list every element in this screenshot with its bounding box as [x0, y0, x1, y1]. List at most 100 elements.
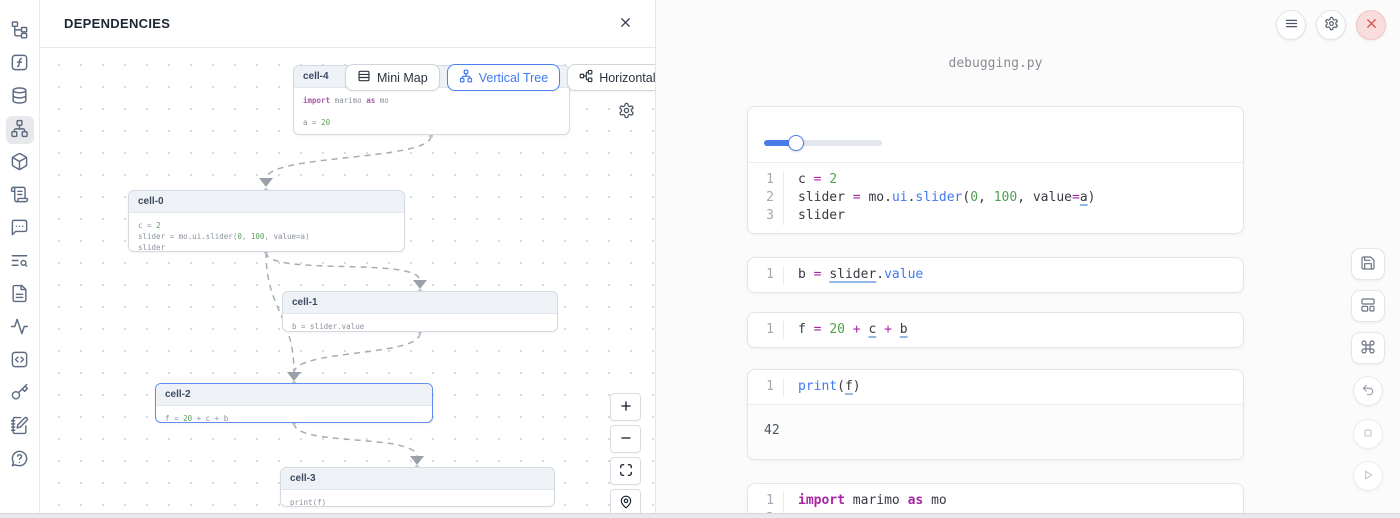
- panel-close-button[interactable]: [613, 12, 637, 36]
- dependencies-panel: DEPENDENCIES Mini Map Vertical Tree Horizo…: [40, 0, 655, 518]
- code-token: 0: [970, 190, 978, 205]
- view-toggle-vertical-tree[interactable]: Vertical Tree: [447, 64, 560, 91]
- code-token: a: [1080, 190, 1088, 205]
- code-token: 20: [829, 322, 845, 337]
- save-button[interactable]: [1351, 248, 1385, 280]
- code-line: slider = mo.ui.slider(0, 100, value=a): [798, 189, 1095, 207]
- code-token: marimo: [845, 493, 908, 508]
- settings-icon: [1324, 16, 1339, 34]
- notebook-cell-print-cell[interactable]: 1print(f) 42: [747, 369, 1244, 460]
- zoom-in-button[interactable]: [610, 393, 641, 421]
- line-number-gutter: 1: [748, 378, 784, 396]
- node-code: f = 20 + c + b: [156, 406, 432, 423]
- sidebar-item-text-search[interactable]: [6, 248, 34, 276]
- sidebar-item-notebook-pen[interactable]: [6, 413, 34, 441]
- notebook-menu-button[interactable]: [1276, 10, 1306, 40]
- sidebar-item-chat[interactable]: [6, 215, 34, 243]
- code-token: =: [806, 172, 829, 187]
- graph-node-cell-2[interactable]: cell-2f = 20 + c + b: [155, 383, 433, 423]
- code-token: f: [845, 379, 853, 394]
- sidebar-item-database[interactable]: [6, 83, 34, 111]
- code-token: b: [900, 322, 908, 337]
- close-icon: [1364, 16, 1379, 34]
- code-token: .: [884, 190, 892, 205]
- close-icon: [618, 15, 633, 33]
- dependency-graph-canvas[interactable]: Mini Map Vertical Tree Horizontal Tree cel…: [40, 48, 655, 518]
- node-title: cell-2: [156, 384, 432, 406]
- undo-button[interactable]: [1353, 376, 1383, 406]
- shutdown-button[interactable]: [1356, 10, 1386, 40]
- code-editor[interactable]: 1print(f): [748, 370, 1243, 404]
- line-number: 2: [748, 189, 774, 207]
- chat-icon: [10, 218, 29, 240]
- code-token: ): [853, 379, 861, 394]
- keyboard-shortcuts-button[interactable]: [1351, 332, 1385, 364]
- sidebar-item-function-square[interactable]: [6, 50, 34, 78]
- node-title: cell-1: [283, 292, 557, 314]
- view-toggle-mini-map[interactable]: Mini Map: [345, 64, 440, 91]
- minus-icon: [619, 431, 633, 448]
- edge-arrowhead: [287, 372, 301, 381]
- code-token: import: [798, 493, 845, 508]
- line-number-gutter: 1: [748, 266, 784, 284]
- panel-title: DEPENDENCIES: [64, 16, 170, 31]
- dependencies-panel-header: DEPENDENCIES: [40, 0, 655, 48]
- code-token: =: [845, 190, 868, 205]
- sidebar-item-package[interactable]: [6, 149, 34, 177]
- activity-icon: [10, 317, 29, 339]
- notebook-settings-button[interactable]: [1316, 10, 1346, 40]
- output-text: 42: [764, 423, 780, 438]
- notebook-pen-icon: [10, 416, 29, 438]
- slider-widget[interactable]: [764, 135, 898, 151]
- sidebar-item-file-tree[interactable]: [6, 17, 34, 45]
- notebook-cell-b-cell[interactable]: 1 b = slider.value: [747, 257, 1244, 293]
- code-token: c =: [138, 221, 156, 230]
- run-cells-button[interactable]: [1353, 461, 1383, 491]
- code-token: 100: [251, 232, 265, 241]
- bottom-edge-strip: [0, 513, 1400, 518]
- line-number: 1: [748, 171, 774, 189]
- sidebar-item-code-square[interactable]: [6, 347, 34, 375]
- code-token: slider: [915, 190, 962, 205]
- code-editor[interactable]: 1 b = slider.value: [748, 258, 1243, 292]
- slider-thumb[interactable]: [788, 135, 804, 151]
- code-token: mo: [868, 190, 884, 205]
- zoom-out-button[interactable]: [610, 425, 641, 453]
- sidebar-item-dependency-graph[interactable]: [6, 116, 34, 144]
- code-token: =: [1072, 190, 1080, 205]
- key-icon: [10, 383, 29, 405]
- graph-settings-button[interactable]: [617, 102, 635, 120]
- code-token: slider: [138, 243, 165, 252]
- sidebar-item-help-circle[interactable]: [6, 446, 34, 474]
- line-number: 1: [748, 378, 774, 396]
- layout-toggle-button[interactable]: [1351, 290, 1385, 322]
- stop-kernel-button[interactable]: [1353, 419, 1383, 449]
- function-square-icon: [10, 53, 29, 75]
- code-editor[interactable]: 123c = 2slider = mo.ui.slider(0, 100, va…: [748, 163, 1243, 233]
- code-token: a =: [303, 118, 321, 127]
- view-toggle-label: Horizontal Tree: [599, 71, 655, 85]
- sidebar-item-scroll-text[interactable]: [6, 182, 34, 210]
- code-token: b = slider.value: [292, 322, 364, 331]
- fit-view-button[interactable]: [610, 457, 641, 485]
- code-line: f = 20 + c + b: [798, 321, 908, 339]
- code-editor[interactable]: 1f = 20 + c + b: [748, 313, 1243, 347]
- graph-node-cell-0[interactable]: cell-0c = 2slider = mo.ui.slider(0, 100,…: [128, 190, 405, 252]
- notebook-cell-slider-cell[interactable]: 123c = 2slider = mo.ui.slider(0, 100, va…: [747, 106, 1244, 234]
- code-token: ui: [892, 190, 908, 205]
- graph-node-cell-1[interactable]: cell-1 b = slider.value: [282, 291, 558, 332]
- view-toggle-horizontal-tree[interactable]: Horizontal Tree: [567, 64, 655, 91]
- slider-track[interactable]: [764, 140, 882, 146]
- sidebar-item-key[interactable]: [6, 380, 34, 408]
- node-code: print(f): [281, 490, 554, 507]
- code-token: (: [837, 379, 845, 394]
- sidebar-item-activity[interactable]: [6, 314, 34, 342]
- notebook-cell-f-cell[interactable]: 1f = 20 + c + b: [747, 312, 1244, 348]
- code-line: b = slider.value: [798, 266, 923, 284]
- sidebar-item-file-text[interactable]: [6, 281, 34, 309]
- code-token: =: [806, 322, 829, 337]
- graph-node-cell-3[interactable]: cell-3print(f): [280, 467, 555, 507]
- code-token: , value=a): [264, 232, 309, 241]
- code-line: c = 2: [798, 171, 1095, 189]
- node-code: b = slider.value: [283, 314, 557, 332]
